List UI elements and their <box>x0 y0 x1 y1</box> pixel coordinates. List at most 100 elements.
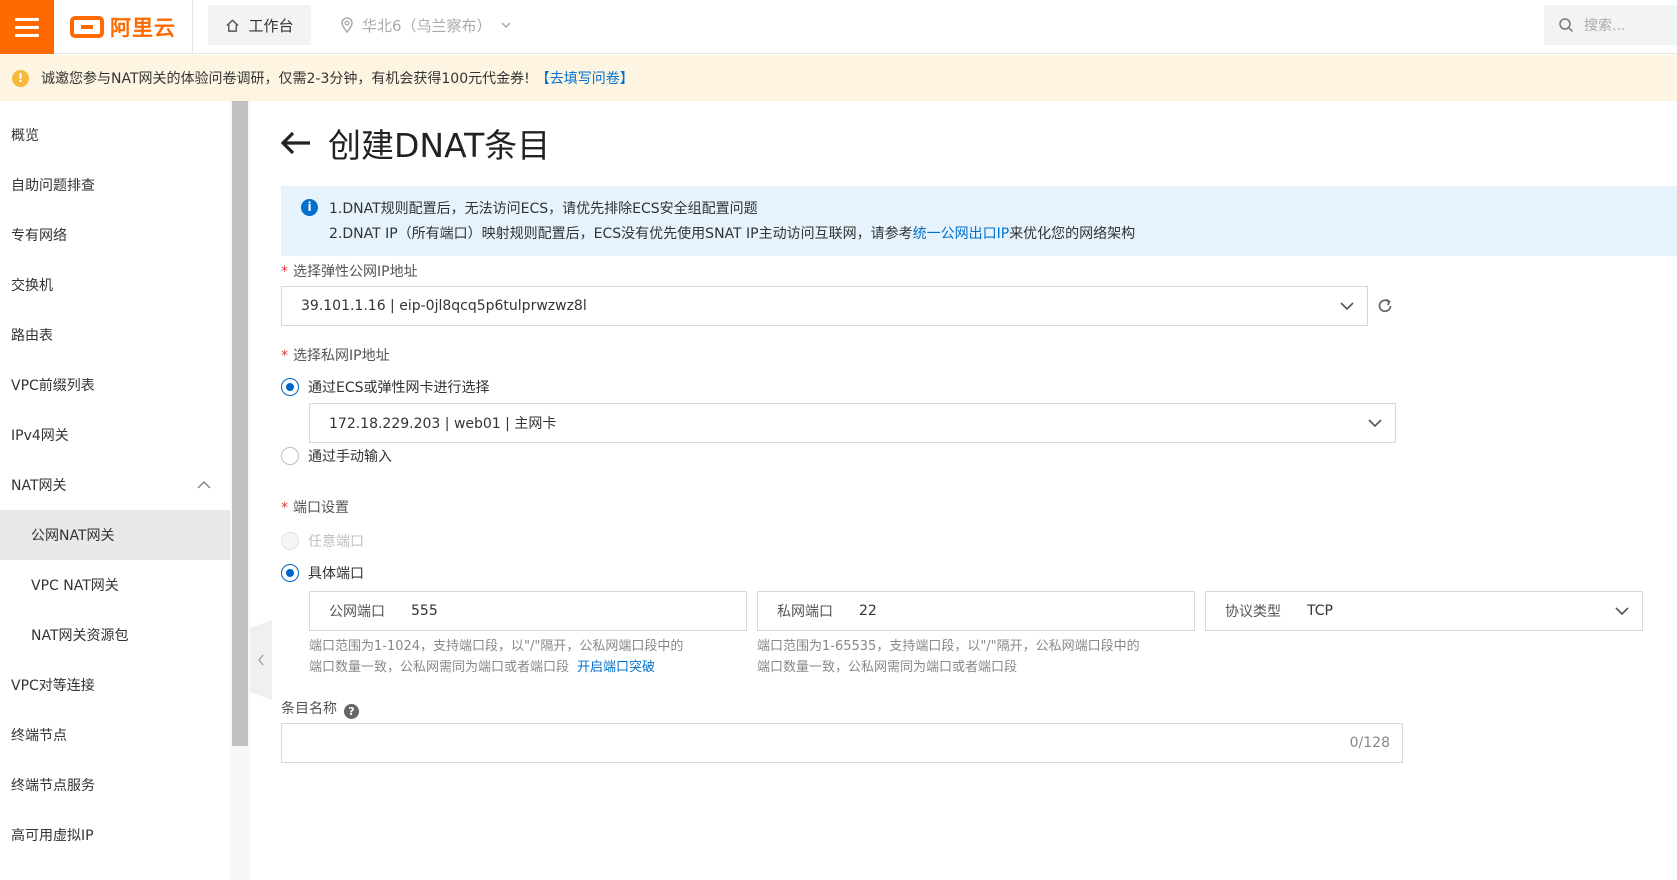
top-bar: 阿里云 工作台 华北6（乌兰察布） 搜索... <box>0 0 1677 54</box>
sidebar-item-vswitch[interactable]: 交换机 <box>0 260 230 310</box>
info-alert: i 1.DNAT规则配置后，无法访问ECS，请优先排除ECS安全组配置问题 2.… <box>281 186 1677 256</box>
protocol-value: TCP <box>1307 603 1333 619</box>
sidebar-item-prefix-list[interactable]: VPC前缀列表 <box>0 360 230 410</box>
port-field-label: * 端口设置 <box>281 497 349 517</box>
sidebar-item-vpc-nat-gateway[interactable]: VPC NAT网关 <box>0 560 230 610</box>
protocol-label: 协议类型 <box>1225 604 1281 620</box>
sidebar-item-havip[interactable]: 高可用虚拟IP <box>0 810 230 860</box>
private-port-hint: 端口范围为1-65535，支持端口段，以"/"隔开，公私网端口段中的 端口数量一… <box>757 636 1197 678</box>
sidebar-scrollbar-thumb[interactable] <box>232 101 248 746</box>
sidebar-item-ipv4-gateway[interactable]: IPv4网关 <box>0 410 230 460</box>
protocol-select[interactable]: 协议类型 TCP <box>1205 591 1643 631</box>
public-port-value: 555 <box>411 603 438 619</box>
radio-select-by-ecs[interactable]: 通过ECS或弹性网卡进行选择 <box>281 377 490 397</box>
logo-text: 阿里云 <box>110 16 176 40</box>
aliyun-logo-mark-icon <box>70 16 104 38</box>
unified-egress-ip-link[interactable]: 统一公网出口IP <box>913 226 1010 242</box>
ecs-nic-select-value: 172.18.229.203 | web01 | 主网卡 <box>329 416 557 432</box>
sidebar-item-endpoint-service[interactable]: 终端节点服务 <box>0 760 230 810</box>
sidebar-item-label: 专有网络 <box>11 228 67 244</box>
sidebar-item-self-diagnosis[interactable]: 自助问题排查 <box>0 160 230 210</box>
sidebar-item-label: 终端节点服务 <box>11 778 95 794</box>
help-question-icon[interactable]: ? <box>344 704 359 719</box>
region-label: 华北6（乌兰察布） <box>362 16 492 35</box>
refresh-icon[interactable] <box>1376 297 1394 315</box>
info-line-1: 1.DNAT规则配置后，无法访问ECS，请优先排除ECS安全组配置问题 <box>329 201 758 217</box>
sidebar-item-nat-gateway[interactable]: NAT网关 <box>0 460 230 510</box>
sidebar-item-label: 公网NAT网关 <box>31 528 115 544</box>
ecs-nic-select[interactable]: 172.18.229.203 | web01 | 主网卡 <box>309 403 1396 443</box>
entry-name-input[interactable]: 0/128 <box>281 723 1403 763</box>
warning-icon: ! <box>12 69 29 87</box>
sidebar-item-label: VPC对等连接 <box>11 678 95 694</box>
location-pin-icon <box>341 17 353 33</box>
sidebar-item-route-table[interactable]: 路由表 <box>0 310 230 360</box>
sidebar-item-overview[interactable]: 概览 <box>0 110 230 160</box>
sidebar-item-label: VPC NAT网关 <box>31 578 119 594</box>
main-content: 创建DNAT条目 i 1.DNAT规则配置后，无法访问ECS，请优先排除ECS安… <box>272 101 1677 880</box>
sidebar-item-label: 路由表 <box>11 328 53 344</box>
entry-name-field-label: 条目名称? <box>281 698 359 719</box>
chevron-up-icon[interactable] <box>196 478 212 492</box>
sidebar-item-label: NAT网关 <box>11 478 67 494</box>
required-asterisk: * <box>281 264 288 280</box>
sidebar-item-vpc[interactable]: 专有网络 <box>0 210 230 260</box>
info-line-2-prefix: 2.DNAT IP（所有端口）映射规则配置后，ECS没有优先使用SNAT IP主… <box>329 226 913 242</box>
workbench-label: 工作台 <box>248 16 294 35</box>
radio-circle <box>281 378 299 396</box>
sidebar-collapse-toggle[interactable] <box>250 620 272 700</box>
public-port-input[interactable]: 公网端口 555 <box>309 591 747 631</box>
workbench-button[interactable]: 工作台 <box>208 5 311 45</box>
private-ip-label-text: 选择私网IP地址 <box>293 348 390 364</box>
private-port-hint-line-1: 端口范围为1-65535，支持端口段，以"/"隔开，公私网端口段中的 <box>757 639 1140 654</box>
public-port-hint-line-2: 端口数量一致，公私网需同为端口或者端口段 开启端口突破 <box>309 657 749 678</box>
eip-label-text: 选择弹性公网IP地址 <box>293 264 418 280</box>
sidebar-item-label: 高可用虚拟IP <box>11 828 94 844</box>
private-port-hint-line-2: 端口数量一致，公私网需同为端口或者端口段 <box>757 660 1018 675</box>
info-line-2: 2.DNAT IP（所有端口）映射规则配置后，ECS没有优先使用SNAT IP主… <box>301 222 1677 247</box>
sidebar-item-label: VPC前缀列表 <box>11 378 95 394</box>
chevron-down-icon <box>1368 419 1382 428</box>
radio-any-port: 任意端口 <box>281 531 364 551</box>
radio-circle <box>281 564 299 582</box>
required-asterisk: * <box>281 348 288 364</box>
radio-circle <box>281 447 299 465</box>
header-divider <box>192 0 193 54</box>
radio-manual-input-label: 通过手动输入 <box>308 449 392 465</box>
sidebar-item-public-nat-gateway[interactable]: 公网NAT网关 <box>0 510 230 560</box>
back-arrow-icon[interactable] <box>280 130 312 156</box>
notice-text: 诚邀您参与NAT网关的体验问卷调研，仅需2-3分钟，有机会获得100元代金券! <box>41 71 530 87</box>
eip-select[interactable]: 39.101.1.16 | eip-0jl8qcq5p6tulprwzwz8l <box>281 286 1368 326</box>
region-selector[interactable]: 华北6（乌兰察布） <box>340 5 512 45</box>
enable-port-breakthrough-link[interactable]: 开启端口突破 <box>577 660 655 675</box>
aliyun-logo[interactable]: 阿里云 <box>70 12 176 42</box>
sidebar-item-label: IPv4网关 <box>11 428 69 444</box>
sidebar-item-label: NAT网关资源包 <box>31 628 129 644</box>
private-port-label: 私网端口 <box>777 604 833 620</box>
chevron-left-icon <box>258 654 264 666</box>
survey-link[interactable]: 【去填写问卷】 <box>536 68 634 88</box>
radio-any-port-label: 任意端口 <box>308 534 364 550</box>
private-port-value: 22 <box>859 603 877 619</box>
search-box[interactable]: 搜索... <box>1544 5 1677 45</box>
private-ip-field-label: * 选择私网IP地址 <box>281 345 390 365</box>
sidebar-item-label: 交换机 <box>11 278 53 294</box>
port-label-text: 端口设置 <box>293 500 349 516</box>
survey-notice-bar: ! 诚邀您参与NAT网关的体验问卷调研，仅需2-3分钟，有机会获得100元代金券… <box>0 55 1677 101</box>
radio-specific-port[interactable]: 具体端口 <box>281 563 364 583</box>
char-counter: 0/128 <box>1349 735 1390 751</box>
radio-manual-input[interactable]: 通过手动输入 <box>281 446 392 466</box>
hamburger-menu-icon[interactable] <box>0 0 54 54</box>
public-port-hint-line-1: 端口范围为1-1024，支持端口段，以"/"隔开，公私网端口段中的 <box>309 639 684 654</box>
sidebar-scrollbar[interactable] <box>230 101 250 880</box>
sidebar-item-endpoint[interactable]: 终端节点 <box>0 710 230 760</box>
private-port-input[interactable]: 私网端口 22 <box>757 591 1195 631</box>
sidebar-nav: 概览 自助问题排查 专有网络 交换机 路由表 VPC前缀列表 IPv4网关 NA… <box>0 101 230 880</box>
home-icon <box>226 18 240 32</box>
radio-specific-port-label: 具体端口 <box>308 566 364 582</box>
sidebar-item-nat-resource-package[interactable]: NAT网关资源包 <box>0 610 230 660</box>
search-placeholder: 搜索... <box>1584 18 1626 34</box>
entry-name-label-text: 条目名称 <box>281 701 337 717</box>
search-icon <box>1559 18 1574 33</box>
sidebar-item-vpc-peering[interactable]: VPC对等连接 <box>0 660 230 710</box>
